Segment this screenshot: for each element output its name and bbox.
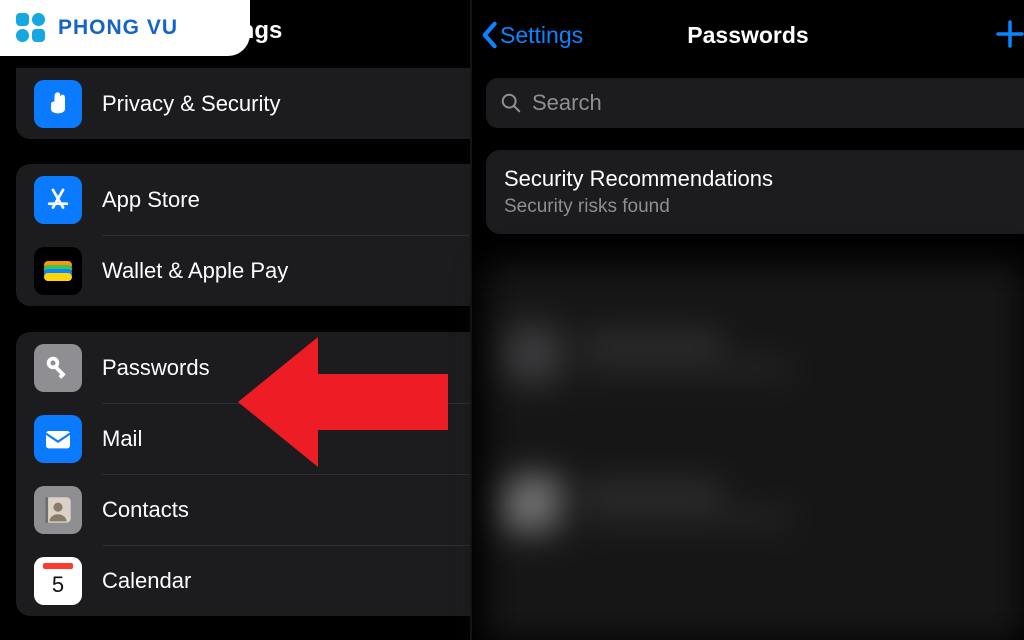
security-recommendations-row[interactable]: Security Recommendations Security risks … (486, 150, 1024, 234)
row-label: Calendar (102, 568, 191, 594)
back-button[interactable]: Settings (480, 21, 583, 49)
settings-panel: Settings PHONG VU Privacy & Security App… (0, 0, 472, 640)
password-item-blurred[interactable] (486, 294, 1024, 414)
back-label: Settings (500, 22, 583, 49)
calendar-icon: 5 (34, 557, 82, 605)
row-wallet-apple-pay[interactable]: Wallet & Apple Pay (16, 235, 470, 306)
row-contacts[interactable]: Contacts (16, 474, 470, 545)
row-label: Wallet & Apple Pay (102, 258, 288, 284)
phongvu-logo: PHONG VU (0, 0, 250, 56)
passwords-title: Passwords (687, 22, 808, 49)
appstore-icon (34, 176, 82, 224)
passwords-panel: Settings Passwords Search Security Recom… (472, 0, 1024, 640)
add-button[interactable] (990, 14, 1024, 54)
settings-group-accounts: Passwords Mail Contacts 5 Calendar (16, 332, 470, 616)
row-app-store[interactable]: App Store (16, 164, 470, 235)
contacts-icon (34, 486, 82, 534)
search-icon (500, 92, 522, 114)
row-label: Passwords (102, 355, 210, 381)
row-mail[interactable]: Mail (16, 403, 470, 474)
row-passwords[interactable]: Passwords (16, 332, 470, 403)
row-label: Mail (102, 426, 142, 452)
password-item-blurred[interactable] (486, 444, 1024, 564)
security-recommendations-subtitle: Security risks found (504, 196, 1006, 218)
password-list-blurred (486, 264, 1024, 640)
passwords-header: Settings Passwords (472, 0, 1024, 70)
mail-icon (34, 415, 82, 463)
settings-group-privacy: Privacy & Security (16, 68, 470, 139)
chevron-left-icon (480, 21, 498, 49)
search-input[interactable]: Search (486, 78, 1024, 128)
settings-group-store: App Store Wallet & Apple Pay (16, 164, 470, 306)
wallet-icon (34, 247, 82, 295)
row-privacy-security[interactable]: Privacy & Security (16, 68, 470, 139)
phongvu-logo-text: PHONG VU (58, 16, 178, 40)
search-placeholder: Search (532, 90, 602, 116)
row-label: App Store (102, 187, 200, 213)
row-label: Contacts (102, 497, 189, 523)
phongvu-logo-icon (14, 11, 48, 45)
row-label: Privacy & Security (102, 91, 281, 117)
plus-icon (990, 14, 1024, 54)
key-icon (34, 344, 82, 392)
row-calendar[interactable]: 5 Calendar (16, 545, 470, 616)
security-recommendations-title: Security Recommendations (504, 166, 1006, 192)
hand-icon (34, 80, 82, 128)
